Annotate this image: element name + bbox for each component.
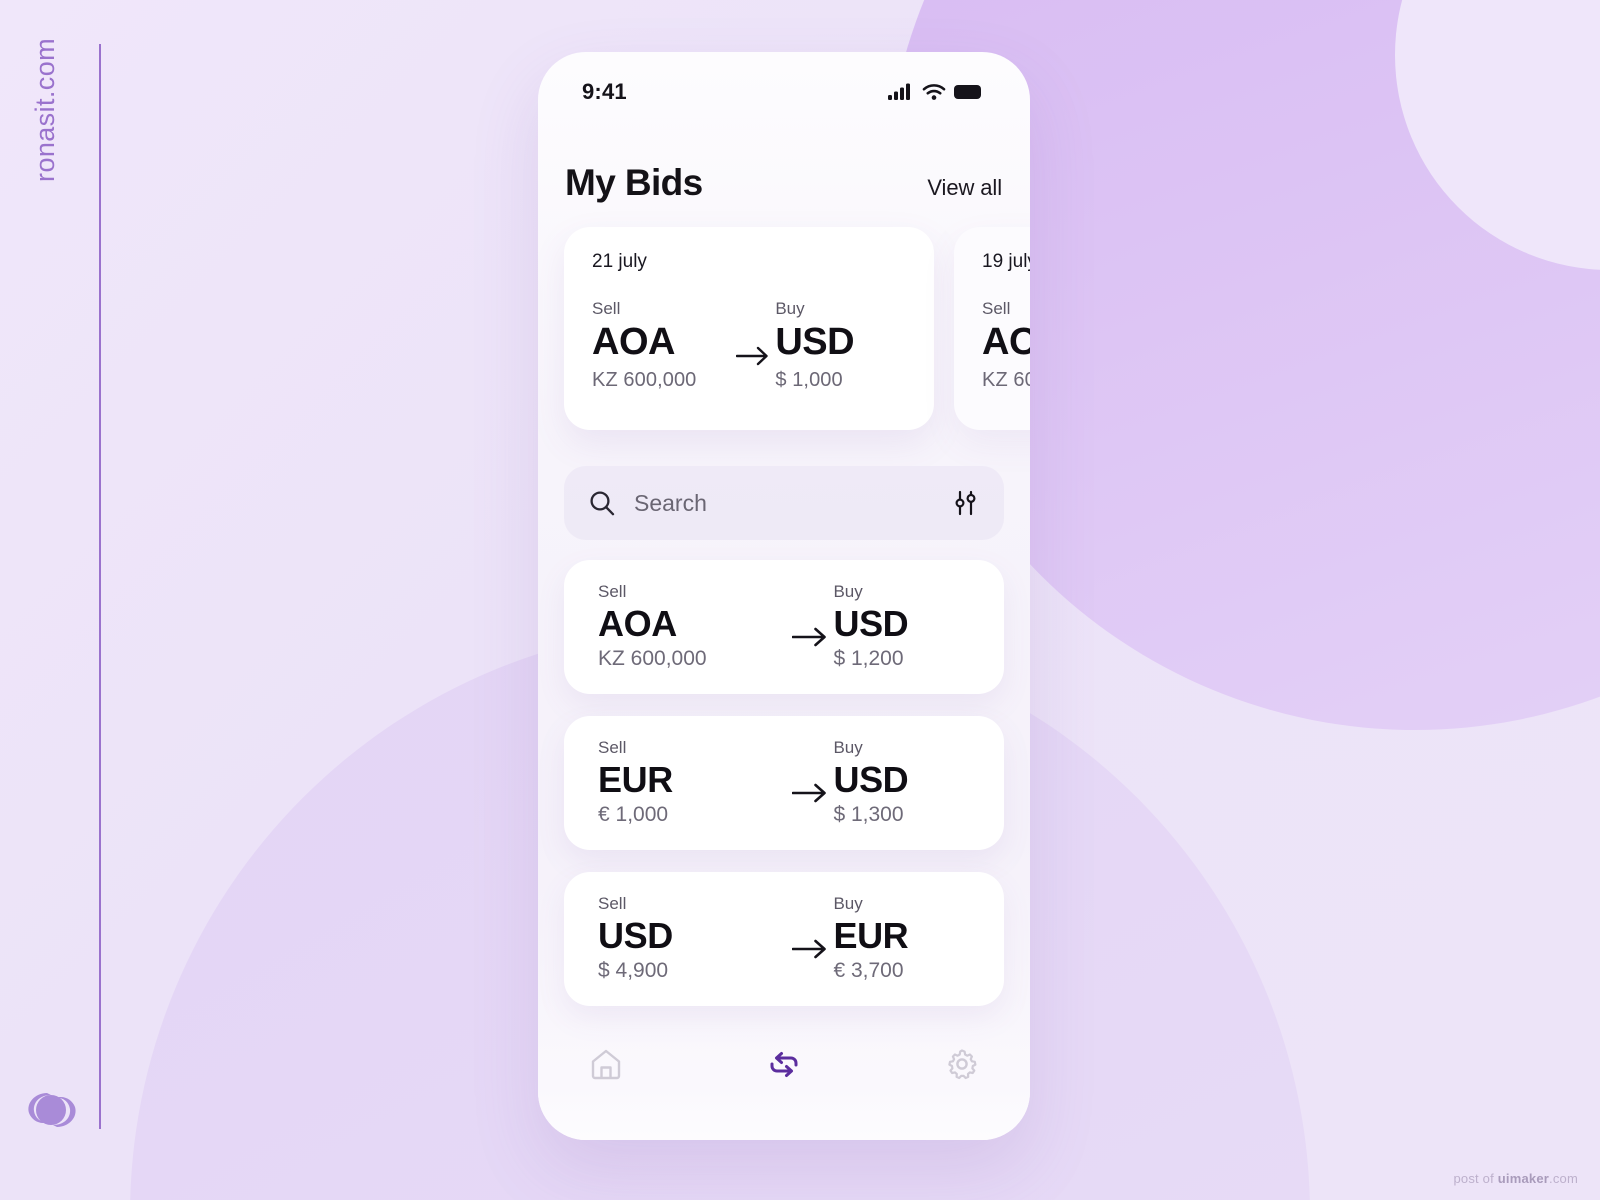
bid-card-date: 19 july — [982, 251, 1030, 272]
bid-card-sell-side: Sell AOA KZ 600.000 — [982, 299, 1030, 392]
list-item-pair: Sell EUR € 1,000 Buy USD $ 1,300 — [598, 738, 1004, 827]
watermark-suffix: .com — [1549, 1171, 1578, 1186]
sell-currency-code: USD — [598, 915, 673, 956]
buy-amount: $ 1,000 — [775, 368, 843, 391]
page-title: My Bids — [565, 162, 703, 203]
arrow-right-icon — [731, 299, 775, 367]
list-item[interactable]: Sell EUR € 1,000 Buy USD $ 1,300 — [564, 716, 1004, 850]
bid-list: Sell AOA KZ 600,000 Buy USD $ 1,200 Sell… — [564, 560, 1004, 1006]
sell-amount: € 1,000 — [598, 803, 669, 827]
sell-currency-code: AOA — [592, 321, 675, 363]
sell-currency-code: AOA — [598, 603, 677, 644]
buy-label: Buy — [833, 582, 863, 601]
spiral-logo-icon — [20, 1078, 82, 1140]
buy-amount: € 3,700 — [833, 959, 904, 983]
status-bar-icons — [888, 83, 984, 101]
bottom-navigation — [538, 1018, 1030, 1140]
bid-cards-carousel[interactable]: 21 july Sell AOA KZ 600,000 Buy USD $ 1,… — [564, 227, 1030, 430]
view-all-link[interactable]: View all — [927, 175, 1002, 201]
list-item-sell-side: Sell AOA KZ 600,000 — [598, 582, 787, 671]
list-item-buy-side: Buy USD $ 1,300 — [833, 738, 1004, 827]
phone-mockup: 9:41 My Bids View all 21 july Sell AOA K… — [538, 52, 1030, 1140]
sell-currency-code: EUR — [598, 759, 673, 800]
search-bar[interactable] — [564, 466, 1004, 540]
search-input[interactable] — [634, 489, 934, 517]
battery-icon — [954, 85, 981, 99]
buy-label: Buy — [833, 894, 863, 913]
swap-exchange-icon — [770, 1052, 798, 1077]
gear-icon — [948, 1049, 977, 1080]
arrow-right-icon — [787, 738, 833, 804]
bid-card-pair: Sell AOA KZ 600.000 Buy USD $1000 — [982, 299, 1030, 392]
sell-currency-code: AOA — [982, 321, 1030, 363]
nav-exchange-button[interactable] — [756, 1036, 812, 1092]
search-icon — [590, 491, 615, 516]
buy-amount: $ 1,300 — [833, 803, 904, 827]
buy-amount: $ 1,200 — [833, 647, 904, 671]
sell-amount: KZ 600,000 — [598, 647, 707, 671]
sell-label: Sell — [598, 894, 627, 913]
list-item-sell-side: Sell EUR € 1,000 — [598, 738, 787, 827]
arrow-right-icon — [787, 894, 833, 960]
arrow-right-icon — [787, 582, 833, 648]
watermark-brand: uimaker — [1497, 1171, 1550, 1186]
sell-amount: $ 4,900 — [598, 959, 669, 983]
nav-home-button[interactable] — [578, 1036, 634, 1092]
nav-settings-button[interactable] — [934, 1036, 990, 1092]
watermark-prefix: post of — [1453, 1171, 1498, 1186]
bid-card-pair: Sell AOA KZ 600,000 Buy USD $ 1,000 — [592, 299, 908, 392]
page-header: My Bids View all — [538, 162, 1030, 204]
list-item-sell-side: Sell USD $ 4,900 — [598, 894, 787, 983]
brand-site-label: ronasit.com — [30, 38, 60, 182]
filter-sliders-icon[interactable] — [952, 489, 980, 517]
buy-currency-code: USD — [833, 603, 909, 644]
list-item[interactable]: Sell AOA KZ 600,000 Buy USD $ 1,200 — [564, 560, 1004, 694]
buy-currency-code: USD — [833, 759, 909, 800]
sell-amount: KZ 600,000 — [592, 368, 697, 391]
bid-card-buy-side: Buy USD $ 1,000 — [775, 299, 908, 392]
bid-card[interactable]: 21 july Sell AOA KZ 600,000 Buy USD $ 1,… — [564, 227, 934, 430]
list-item-pair: Sell USD $ 4,900 Buy EUR € 3,700 — [598, 894, 1004, 983]
bid-card[interactable]: 19 july Sell AOA KZ 600.000 Buy USD — [954, 227, 1030, 430]
list-item[interactable]: Sell USD $ 4,900 Buy EUR € 3,700 — [564, 872, 1004, 1006]
brand-divider-line — [99, 44, 101, 1129]
status-bar-clock: 9:41 — [582, 79, 627, 104]
screenshot-canvas: ronasit.com post of uimaker.com 9:41 My … — [0, 0, 1600, 1200]
wifi-icon — [922, 84, 946, 100]
bid-card-sell-side: Sell AOA KZ 600,000 — [592, 299, 731, 392]
cellular-signal-icon — [888, 83, 910, 100]
buy-label: Buy — [775, 299, 805, 318]
buy-currency-code: USD — [775, 321, 855, 363]
sell-label: Sell — [598, 738, 627, 757]
sell-label: Sell — [592, 299, 621, 318]
buy-currency-code: EUR — [833, 915, 909, 956]
sell-label: Sell — [982, 299, 1011, 318]
status-bar: 9:41 — [538, 52, 1030, 114]
uimaker-watermark: post of uimaker.com — [1454, 1171, 1579, 1186]
buy-label: Buy — [833, 738, 863, 757]
bid-card-date: 21 july — [592, 251, 647, 272]
list-item-pair: Sell AOA KZ 600,000 Buy USD $ 1,200 — [598, 582, 1004, 671]
list-item-buy-side: Buy USD $ 1,200 — [833, 582, 1004, 671]
home-icon — [591, 1049, 621, 1080]
sell-amount: KZ 600.000 — [982, 368, 1030, 391]
list-item-buy-side: Buy EUR € 3,700 — [833, 894, 1004, 983]
sell-label: Sell — [598, 582, 627, 601]
